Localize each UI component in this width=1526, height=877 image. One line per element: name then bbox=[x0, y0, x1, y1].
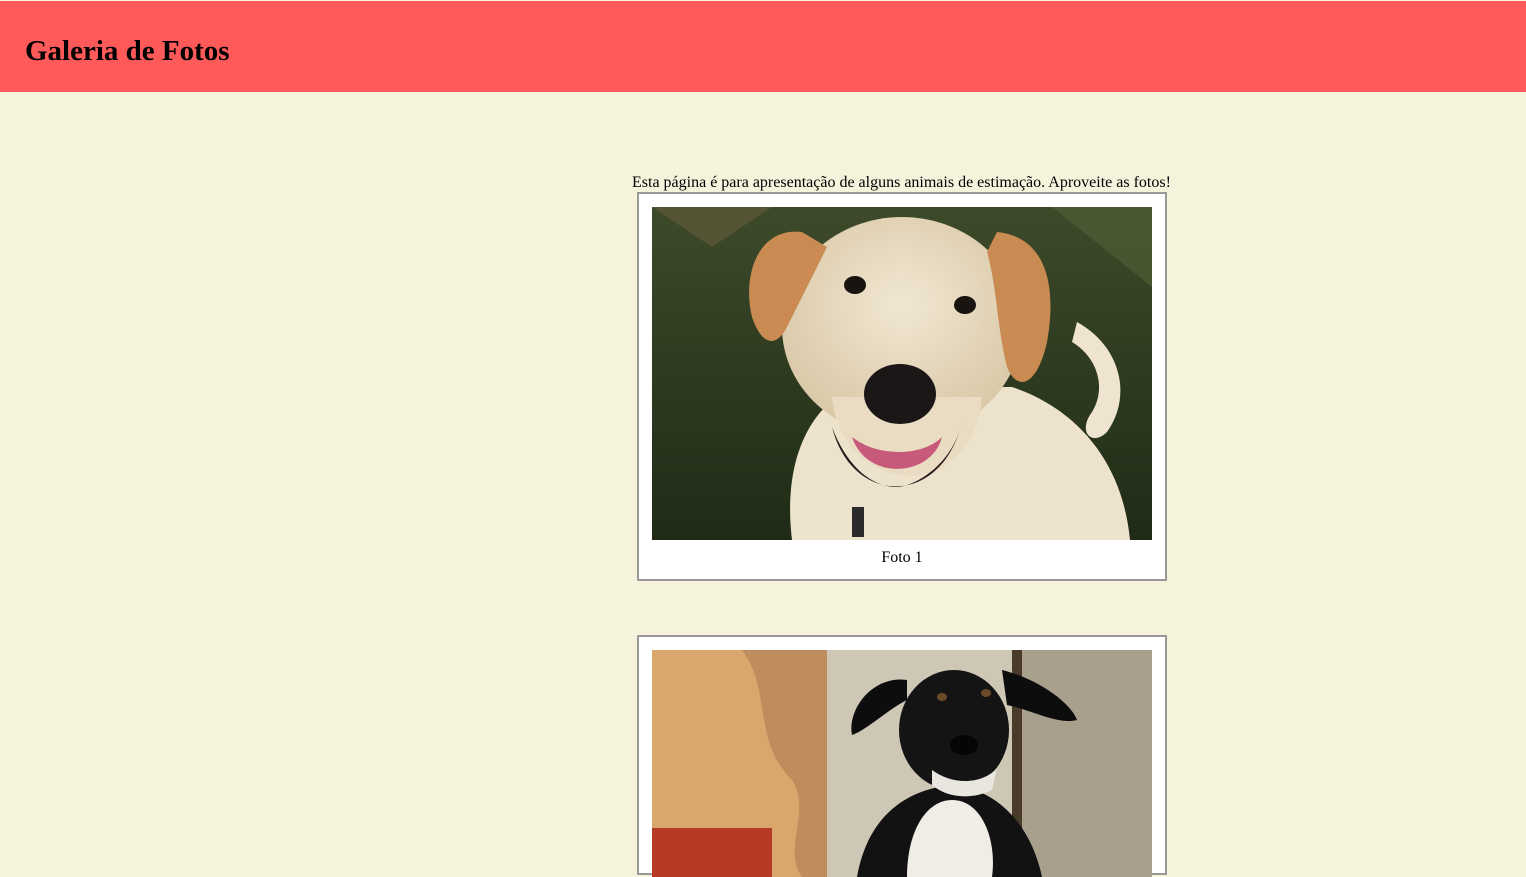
photo-card-2 bbox=[637, 635, 1167, 877]
page-title: Galeria de Fotos bbox=[25, 35, 230, 67]
page-header: Galeria de Fotos bbox=[0, 0, 1526, 92]
photo-card-1: Foto 1 bbox=[637, 192, 1167, 581]
photo-1-caption: Foto 1 bbox=[881, 549, 923, 566]
photo-2-image[interactable] bbox=[652, 650, 1152, 877]
photo-1-image[interactable] bbox=[652, 207, 1152, 540]
intro-text: Esta página é para apresentação de algun… bbox=[632, 174, 1171, 191]
